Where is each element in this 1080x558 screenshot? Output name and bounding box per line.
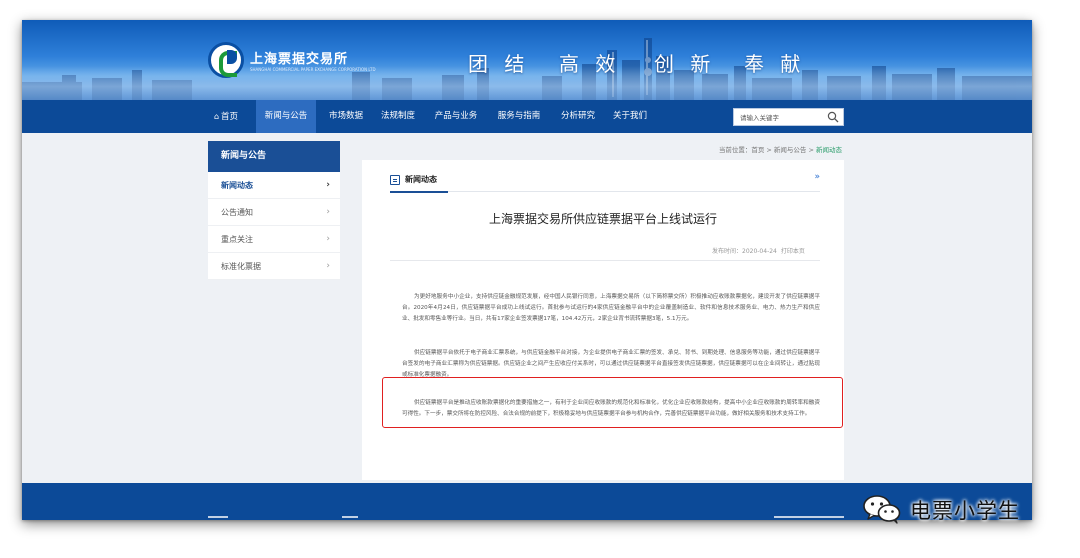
logo-mark-icon — [208, 42, 244, 78]
watermark-text: 电票小学生 — [910, 499, 1020, 523]
browser-screenshot: 上海票据交易所 SHANGHAI COMMERCIAL PAPER EXCHAN… — [22, 20, 1032, 520]
print-link[interactable]: 打印本页 — [781, 248, 805, 255]
footer-line — [342, 516, 358, 518]
sidebar-item-focus[interactable]: 重点关注 › — [208, 226, 340, 253]
nav-item-regulations[interactable]: 法规制度 — [374, 100, 422, 133]
breadcrumb: 当前位置：首页 > 新闻与公告 > 新闻动态 — [602, 144, 842, 154]
article-title: 上海票据交易所供应链票据平台上线试运行 — [488, 212, 717, 226]
nav-item-about[interactable]: 关于我们 — [606, 100, 654, 133]
chevron-right-icon: › — [326, 261, 330, 271]
search-placeholder: 请输入关键字 — [740, 114, 779, 122]
nav-item-services[interactable]: 服务与指南 — [490, 100, 548, 133]
publish-date: 发布时间：2020-04-24 — [712, 248, 777, 255]
main-nav: ⌂ 首页 新闻与公告 市场数据 法规制度 产品与业务 服务与指南 分析研究 关于我… — [22, 100, 1032, 133]
sidebar-menu: 新闻动态 › 公告通知 › 重点关注 › 标准化票据 › — [208, 172, 340, 280]
logo-english-text: SHANGHAI COMMERCIAL PAPER EXCHANGE CORPO… — [250, 67, 376, 72]
slogan-3: 创 新 — [654, 52, 716, 76]
slogan-1: 团 结 — [468, 52, 530, 76]
slogan-2: 高 效 — [559, 52, 621, 76]
sidebar-item-label: 重点关注 — [221, 235, 253, 244]
site-logo[interactable]: 上海票据交易所 SHANGHAI COMMERCIAL PAPER EXCHAN… — [208, 42, 408, 82]
section-underline — [390, 191, 448, 193]
sidebar-item-label: 公告通知 — [221, 208, 253, 217]
sidebar-title: 新闻与公告 — [208, 141, 340, 172]
article-paragraph-1: 为更好地服务中小企业，支持供应链金融规范发展，经中国人民银行同意，上海票据交易所… — [402, 294, 820, 323]
sidebar-item-standard-bills[interactable]: 标准化票据 › — [208, 253, 340, 280]
highlight-box — [382, 377, 843, 428]
nav-item-home[interactable]: ⌂ 首页 — [208, 100, 244, 133]
wechat-icon — [863, 495, 901, 524]
article-card: 新闻动态 » 上海票据交易所供应链票据平台上线试运行 发布时间：2020-04-… — [362, 160, 844, 480]
nav-item-products[interactable]: 产品与业务 — [427, 100, 485, 133]
sidebar-item-label: 标准化票据 — [221, 262, 261, 271]
article-meta: 发布时间：2020-04-24 打印本页 — [712, 246, 805, 255]
sidebar-item-news[interactable]: 新闻动态 › — [208, 172, 340, 199]
header-banner: 上海票据交易所 SHANGHAI COMMERCIAL PAPER EXCHAN… — [22, 20, 1032, 100]
sidebar-item-notices[interactable]: 公告通知 › — [208, 199, 340, 226]
breadcrumb-path[interactable]: 当前位置：首页 > 新闻与公告 > — [719, 146, 816, 154]
nav-item-market-data[interactable]: 市场数据 — [322, 100, 370, 133]
section-header: 新闻动态 » — [390, 172, 820, 193]
more-link[interactable]: » — [814, 172, 820, 182]
nav-item-research[interactable]: 分析研究 — [554, 100, 602, 133]
breadcrumb-current: 新闻动态 — [816, 146, 842, 154]
sidebar-item-label: 新闻动态 — [221, 181, 253, 190]
chevron-right-icon: › — [326, 234, 330, 244]
search-icon[interactable] — [827, 111, 839, 123]
section-title: 新闻动态 — [405, 175, 437, 184]
divider — [390, 260, 820, 261]
slogan-4: 奉 献 — [744, 52, 806, 76]
logo-text: 上海票据交易所 — [250, 52, 349, 67]
search-input[interactable]: 请输入关键字 — [733, 108, 844, 126]
chevron-right-icon: › — [326, 180, 330, 190]
nav-item-news[interactable]: 新闻与公告 — [256, 100, 316, 133]
nav-item-label: 首页 — [221, 112, 239, 122]
watermark: 电票小学生 — [862, 492, 1052, 526]
footer-line — [774, 516, 844, 518]
home-icon: ⌂ — [213, 112, 220, 121]
chevron-right-icon: › — [326, 207, 330, 217]
news-document-icon — [390, 175, 400, 185]
footer-line — [208, 516, 228, 518]
